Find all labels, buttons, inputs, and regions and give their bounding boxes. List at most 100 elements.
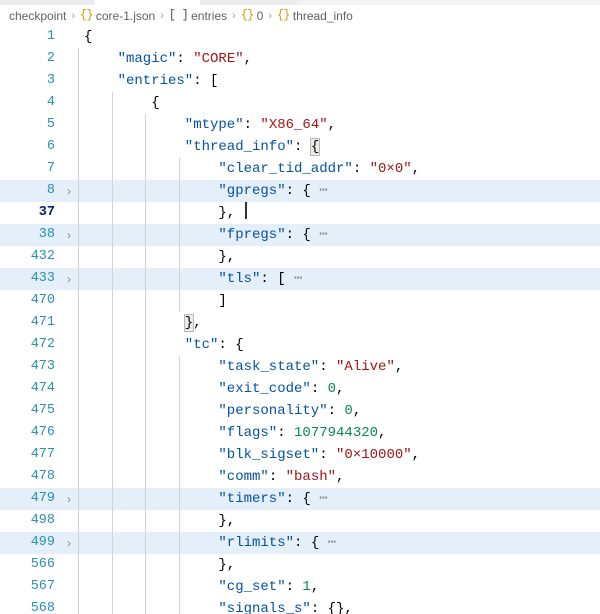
indent-guide	[111, 444, 113, 466]
indent-guide	[111, 378, 113, 400]
editor-line[interactable]: 499 › "rlimits": { ⋯	[0, 532, 600, 554]
fold-chevron-collapsed-icon[interactable]: ›	[62, 224, 76, 246]
code-token: },	[218, 249, 236, 265]
code-token: ]	[218, 293, 227, 309]
line-content: "clear_tid_addr": "0×0",	[78, 158, 600, 180]
breadcrumb-item-label: 0	[256, 8, 264, 23]
code-token: ,	[327, 117, 337, 133]
indent-guide	[145, 466, 147, 488]
line-tokens: {	[84, 26, 92, 48]
editor-line[interactable]: 472 "tc": {	[0, 334, 600, 356]
line-tokens: "magic": "CORE",	[118, 48, 252, 70]
breadcrumb: checkpoint ›{} core-1.json ›[ ] entries ›{} 0 ›…	[0, 5, 600, 26]
indent-guide	[78, 378, 79, 400]
editor-line[interactable]: 476 "flags": 1077944320,	[0, 422, 600, 444]
editor-line[interactable]: 498},	[0, 510, 600, 532]
editor-line[interactable]: 470]	[0, 290, 600, 312]
indent-guide	[145, 202, 147, 224]
editor-line[interactable]: 37},	[0, 202, 600, 224]
breadcrumb-item-core-1-json[interactable]: {} core-1.json	[80, 9, 155, 23]
fold-chevron-collapsed-icon[interactable]: ›	[62, 488, 76, 510]
editor-line[interactable]: 2 "magic": "CORE",	[0, 48, 600, 70]
line-number: 478	[30, 469, 55, 484]
editor-line[interactable]: 568 "signals_s": {},	[0, 598, 600, 614]
json-object-icon: {}	[80, 9, 93, 22]
line-content: ]	[78, 290, 600, 312]
line-content: "comm": "bash",	[78, 466, 600, 488]
line-number: 479	[30, 491, 55, 506]
indent-guide	[178, 444, 180, 466]
breadcrumb-item-entries[interactable]: [ ] entries	[169, 9, 227, 23]
indent-guide	[78, 532, 79, 554]
editor-line[interactable]: 471},	[0, 312, 600, 334]
editor-line[interactable]: 4{	[0, 92, 600, 114]
line-tokens: "gpregs": { ⋯	[218, 180, 328, 202]
line-tokens: "cg_set": 1,	[218, 576, 319, 598]
indent-guide	[178, 378, 180, 400]
editor-line[interactable]: 5 "mtype": "X86_64",	[0, 114, 600, 136]
editor-line[interactable]: 567 "cg_set": 1,	[0, 576, 600, 598]
editor-line[interactable]: 3 "entries": [	[0, 70, 600, 92]
editor-line[interactable]: 475 "personality": 0,	[0, 400, 600, 422]
code-token: ,	[310, 579, 320, 595]
editor-line[interactable]: 478 "comm": "bash",	[0, 466, 600, 488]
code-token: ,	[378, 425, 387, 441]
line-number: 566	[30, 557, 55, 572]
indent-guide	[78, 180, 79, 202]
code-token: ,	[243, 51, 253, 67]
line-content: "cg_set": 1,	[78, 576, 600, 598]
editor-line[interactable]: 566},	[0, 554, 600, 576]
editor-line[interactable]: 479 › "timers": { ⋯	[0, 488, 600, 510]
line-content: "signals_s": {},	[78, 598, 600, 614]
indent-guide	[145, 532, 147, 554]
indent-guide	[111, 532, 113, 554]
line-number: 475	[30, 403, 55, 418]
breadcrumb-item-checkpoint[interactable]: checkpoint	[9, 9, 66, 23]
indent-guide	[145, 356, 147, 378]
code-token: ,	[411, 447, 421, 463]
line-content: "flags": 1077944320,	[78, 422, 600, 444]
editor-line[interactable]: 8 › "gpregs": { ⋯	[0, 180, 600, 202]
line-number: 568	[30, 601, 55, 614]
editor-line[interactable]: 433 › "tls": [ ⋯	[0, 268, 600, 290]
line-content: {	[78, 92, 600, 114]
code-token: "thread_info"	[184, 139, 295, 155]
editor-line[interactable]: 38 › "fpregs": { ⋯	[0, 224, 600, 246]
editor-line[interactable]: 6 "thread_info": {	[0, 136, 600, 158]
editor-line[interactable]: 477 "blk_sigset": "0×10000",	[0, 444, 600, 466]
indent-guide	[178, 488, 180, 510]
indent-guide	[178, 268, 180, 290]
indent-guide	[178, 422, 180, 444]
breadcrumb-separator: ›	[160, 9, 164, 22]
code-token: : [	[193, 73, 219, 89]
breadcrumb-item-thread-info[interactable]: {} thread_info	[277, 9, 353, 23]
line-content: },	[78, 554, 600, 576]
line-content: },	[78, 202, 600, 224]
line-tokens: "comm": "bash",	[218, 466, 344, 488]
indent-guide	[178, 246, 180, 268]
code-token: : {},	[310, 601, 353, 614]
breadcrumb-item-0[interactable]: {} 0	[241, 9, 264, 23]
editor-line[interactable]: 432},	[0, 246, 600, 268]
indent-guide	[111, 202, 113, 224]
line-tokens: },	[218, 510, 235, 532]
editor-line[interactable]: 7 "clear_tid_addr": "0×0",	[0, 158, 600, 180]
code-token: :	[176, 51, 194, 67]
editor-line[interactable]: 474 "exit_code": 0,	[0, 378, 600, 400]
code-token: ⋯	[294, 271, 304, 287]
indent-guide	[145, 312, 147, 334]
indent-guide	[178, 532, 180, 554]
line-tokens: "exit_code": 0,	[218, 378, 344, 400]
indent-guide	[145, 444, 147, 466]
code-editor[interactable]: 1{2 "magic": "CORE", 3 "entries": [4{5 "mtyp…	[0, 26, 600, 614]
code-token: :	[310, 381, 328, 397]
editor-line[interactable]: 473 "task_state": "Alive",	[0, 356, 600, 378]
line-content: "task_state": "Alive",	[78, 356, 600, 378]
fold-chevron-collapsed-icon[interactable]: ›	[62, 180, 76, 202]
editor-line[interactable]: 1{	[0, 26, 600, 48]
fold-chevron-collapsed-icon[interactable]: ›	[62, 268, 76, 290]
json-object-icon: {}	[277, 9, 290, 22]
code-token: ,	[336, 381, 345, 397]
code-token: "personality"	[218, 403, 328, 419]
fold-chevron-collapsed-icon[interactable]: ›	[62, 532, 76, 554]
